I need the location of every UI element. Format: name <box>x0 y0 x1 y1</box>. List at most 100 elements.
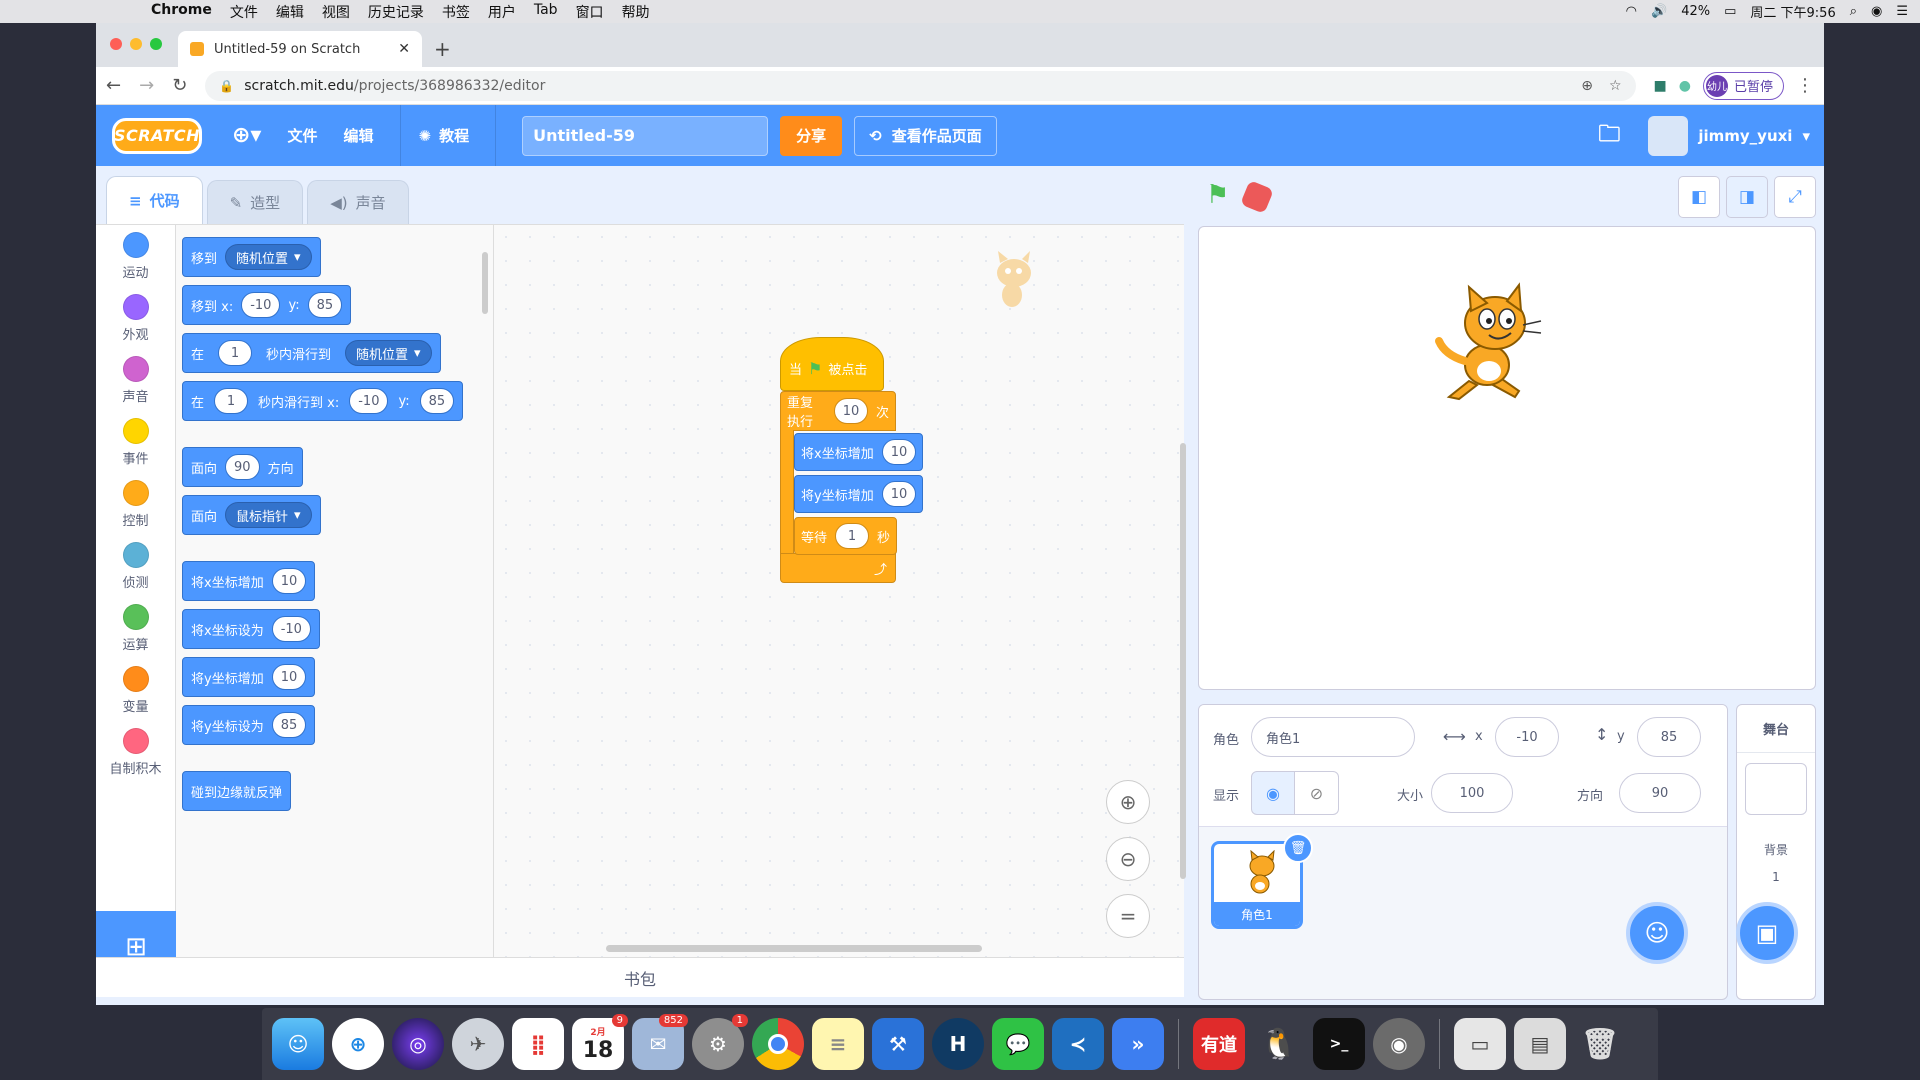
downloads-stack-icon[interactable]: ▭ <box>1454 1018 1506 1070</box>
glide-secs-input[interactable]: 1 <box>218 340 253 366</box>
category-sensing[interactable]: 侦测 <box>96 535 175 597</box>
palette-scrollbar[interactable] <box>482 252 488 314</box>
stop-button[interactable] <box>1240 180 1274 214</box>
siri-icon[interactable]: ◉ <box>1871 4 1882 19</box>
zoom-in-button[interactable]: ⊕ <box>1106 780 1150 824</box>
wait-secs-input[interactable]: 1 <box>835 523 870 549</box>
mail-icon[interactable]: ✉ 852 <box>632 1014 688 1070</box>
workspace-vertical-scrollbar[interactable] <box>1180 443 1186 879</box>
stage-canvas[interactable] <box>1198 226 1816 690</box>
block-glide-to[interactable]: 在 1 秒内滑行到 随机位置 ▾ <box>182 333 441 373</box>
volume-icon[interactable]: 🔊 <box>1651 4 1667 19</box>
direction-input[interactable]: 90 <box>1619 773 1701 813</box>
vscode-icon[interactable]: ≺ <box>1052 1018 1104 1070</box>
remote-desktop-icon[interactable]: » <box>1112 1018 1164 1070</box>
tab-costumes[interactable]: ✎ 造型 <box>206 180 304 224</box>
category-sound[interactable]: 声音 <box>96 349 175 411</box>
youdao-icon[interactable]: 有道 <box>1193 1018 1245 1070</box>
reload-icon[interactable]: ↻ <box>172 75 187 96</box>
change-y-input[interactable]: 10 <box>271 664 307 690</box>
fullscreen-button[interactable]: ⤢ <box>1774 176 1816 218</box>
app-grid-icon[interactable]: ⣿ <box>512 1018 564 1070</box>
minimize-window-button[interactable] <box>130 38 142 50</box>
block-goto[interactable]: 移到 随机位置 ▾ <box>182 237 321 277</box>
glide-x-input[interactable]: -10 <box>349 388 389 414</box>
zoom-out-button[interactable]: ⊖ <box>1106 837 1150 881</box>
zoom-icon[interactable]: ⊕ <box>1581 78 1593 94</box>
block-set-x[interactable]: 将x坐标设为 -10 <box>182 609 320 649</box>
wifi-icon[interactable]: ◠ <box>1626 4 1637 19</box>
bookmark-star-icon[interactable]: ☆ <box>1609 78 1622 94</box>
script-change-y-input[interactable]: 10 <box>881 481 917 507</box>
trash-icon[interactable]: 🗑 <box>1574 1018 1626 1070</box>
block-point-in-direction[interactable]: 面向 90 方向 <box>182 447 303 487</box>
back-icon[interactable]: ← <box>106 75 121 96</box>
menu-view[interactable]: 视图 <box>322 2 350 22</box>
menu-history[interactable]: 历史记录 <box>368 2 424 22</box>
gotoxy-x-input[interactable]: -10 <box>241 292 281 318</box>
delete-sprite-button[interactable]: 🗑 <box>1283 833 1313 863</box>
zoom-window-button[interactable] <box>150 38 162 50</box>
notes-icon[interactable]: ≡ <box>812 1018 864 1070</box>
direction-input[interactable]: 90 <box>225 454 260 480</box>
photo-booth-icon[interactable]: ◉ <box>1373 1018 1425 1070</box>
close-window-button[interactable] <box>110 38 122 50</box>
siri-app-icon[interactable]: ◎ <box>392 1018 444 1070</box>
x-position-input[interactable]: -10 <box>1495 717 1559 757</box>
notification-center-icon[interactable]: ☰ <box>1896 4 1908 19</box>
y-position-input[interactable]: 85 <box>1637 717 1701 757</box>
safari-icon[interactable]: ⊕ <box>332 1018 384 1070</box>
browser-tab[interactable]: Untitled-59 on Scratch ✕ <box>178 31 422 67</box>
change-x-input[interactable]: 10 <box>271 568 307 594</box>
edit-menu[interactable]: 编辑 <box>344 125 374 146</box>
block-point-towards[interactable]: 面向 鼠标指针 ▾ <box>182 495 321 535</box>
glide-xy-secs-input[interactable]: 1 <box>214 388 249 414</box>
forward-icon[interactable]: → <box>139 75 154 96</box>
screenshots-stack-icon[interactable]: ▤ <box>1514 1018 1566 1070</box>
tab-code[interactable]: ≡ 代码 <box>106 176 203 224</box>
script-change-x-block[interactable]: 将x坐标增加 10 <box>794 433 924 471</box>
set-y-input[interactable]: 85 <box>271 712 307 738</box>
glide-y-input[interactable]: 85 <box>419 388 455 414</box>
finder-icon[interactable]: ☺ <box>272 1018 324 1070</box>
menu-app[interactable]: Chrome <box>151 2 212 22</box>
lock-icon[interactable]: 🔒 <box>219 79 234 93</box>
menu-window[interactable]: 窗口 <box>576 2 604 22</box>
category-my-blocks[interactable]: 自制积木 <box>96 721 175 783</box>
script-change-x-input[interactable]: 10 <box>881 439 917 465</box>
choose-sprite-button[interactable]: ☺ <box>1626 902 1688 964</box>
tab-sounds[interactable]: ◀) 声音 <box>307 180 409 224</box>
qq-penguin-icon[interactable]: 🐧 <box>1253 1018 1305 1070</box>
zoom-reset-button[interactable]: = <box>1106 894 1150 938</box>
clock[interactable]: 周二 下午9:56 <box>1750 2 1835 21</box>
battery-percent[interactable]: 42% <box>1681 4 1710 19</box>
share-button[interactable]: 分享 <box>780 115 843 156</box>
terminal-icon[interactable]: >_ <box>1313 1018 1365 1070</box>
script-change-y-block[interactable]: 将y坐标增加 10 <box>794 475 924 513</box>
point-towards-dropdown[interactable]: 鼠标指针 ▾ <box>225 502 312 528</box>
calendar-icon[interactable]: 2月 18 9 <box>572 1014 628 1070</box>
category-events[interactable]: 事件 <box>96 411 175 473</box>
block-bounce[interactable]: 碰到边缘就反弹 <box>182 771 292 811</box>
url-bar[interactable]: 🔒 scratch.mit.edu/projects/368986332/edi… <box>205 70 1636 101</box>
backpack[interactable]: 书包 <box>96 957 1184 997</box>
menu-edit[interactable]: 编辑 <box>276 2 304 22</box>
chrome-icon[interactable] <box>752 1018 804 1070</box>
hbuilder-icon[interactable]: H <box>932 1018 984 1070</box>
chrome-menu-icon[interactable]: ⋮ <box>1796 75 1814 96</box>
block-change-y[interactable]: 将y坐标增加 10 <box>182 657 316 697</box>
launchpad-icon[interactable]: ✈ <box>452 1018 504 1070</box>
menu-people[interactable]: 用户 <box>488 2 516 22</box>
stage-thumbnail[interactable] <box>1745 763 1807 815</box>
system-preferences-icon[interactable]: ⚙ 1 <box>692 1014 748 1070</box>
block-glide-to-xy[interactable]: 在 1 秒内滑行到 x: -10 y: 85 <box>182 381 464 421</box>
gotoxy-y-input[interactable]: 85 <box>307 292 343 318</box>
workspace-horizontal-scrollbar[interactable] <box>606 945 982 952</box>
category-control[interactable]: 控制 <box>96 473 175 535</box>
small-stage-button[interactable]: ◧ <box>1678 176 1720 218</box>
category-operators[interactable]: 运算 <box>96 597 175 659</box>
code-workspace[interactable]: 当 ⚑ 被点击 重复执行 10 次 ⤴ 将x坐标增加 10 将y坐标增加 10 <box>494 224 1186 957</box>
set-x-input[interactable]: -10 <box>271 616 311 642</box>
repeat-block[interactable]: 重复执行 10 次 <box>780 391 896 431</box>
category-variables[interactable]: 变量 <box>96 659 175 721</box>
